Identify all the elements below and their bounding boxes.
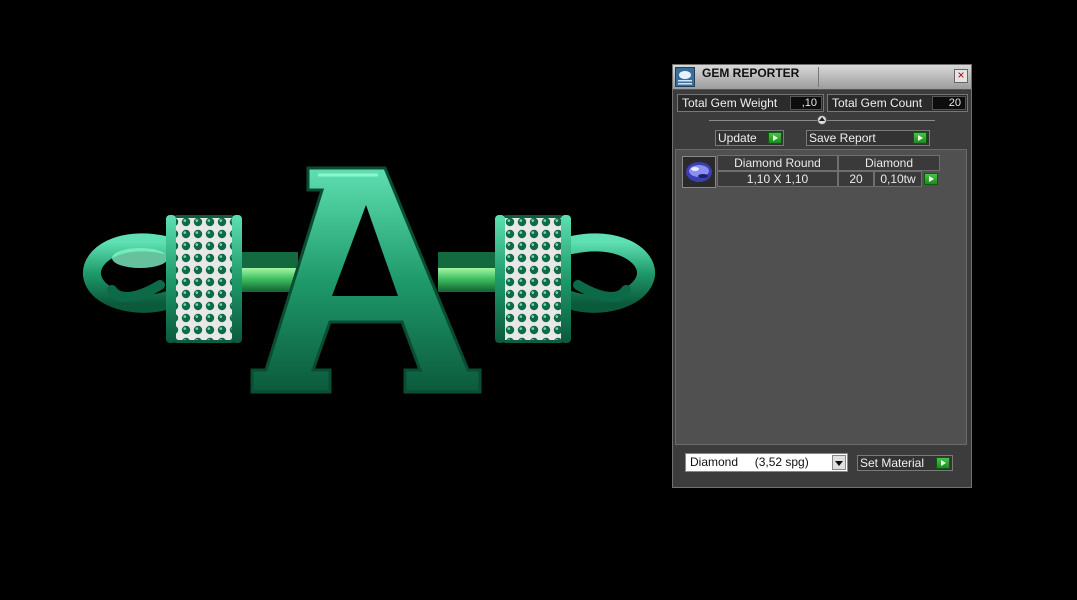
material-select-value: Diamond (3,52 spg) [690,455,809,469]
gem-material: Diamond [838,155,940,171]
save-report-button[interactable]: Save Report [806,130,930,146]
gem-reporter-panel: GEM REPORTER × Total Gem Weight ,10 Tota… [672,64,972,488]
gem-weight: 0,10tw [874,171,922,187]
gem-name: Diamond Round [717,155,838,171]
gem-size: 1,10 X 1,10 [717,171,838,187]
update-button[interactable]: Update [715,130,784,146]
collapse-arrow-icon[interactable] [817,115,827,125]
material-select[interactable]: Diamond (3,52 spg) [685,453,848,472]
title-separator [818,67,819,87]
total-gem-weight-value: ,10 [790,96,822,110]
total-gem-count-value: 20 [932,96,966,110]
chevron-down-icon[interactable] [832,455,846,470]
panel-title: GEM REPORTER [702,66,800,80]
save-report-button-label: Save Report [809,131,876,145]
play-arrow-icon [768,132,782,144]
update-button-label: Update [718,131,757,145]
gem-count: 20 [838,171,874,187]
close-icon[interactable]: × [954,69,968,83]
gem-list: Diamond Round Diamond 1,10 X 1,10 20 0,1… [675,149,967,445]
play-arrow-icon [936,457,950,469]
total-gem-count-label: Total Gem Count [832,96,923,110]
total-gem-weight: Total Gem Weight ,10 [677,94,824,112]
gem-reporter-icon [675,67,695,87]
total-gem-count: Total Gem Count 20 [827,94,968,112]
total-gem-weight-label: Total Gem Weight [682,96,778,110]
3d-viewport[interactable] [0,0,660,600]
gem-detail-arrow-icon[interactable] [924,173,938,185]
play-arrow-icon [913,132,927,144]
set-material-button[interactable]: Set Material [857,455,953,471]
ring-render [83,166,655,394]
set-material-button-label: Set Material [860,456,925,470]
panel-titlebar[interactable]: GEM REPORTER × [673,65,971,90]
round-gem-icon [682,156,716,188]
